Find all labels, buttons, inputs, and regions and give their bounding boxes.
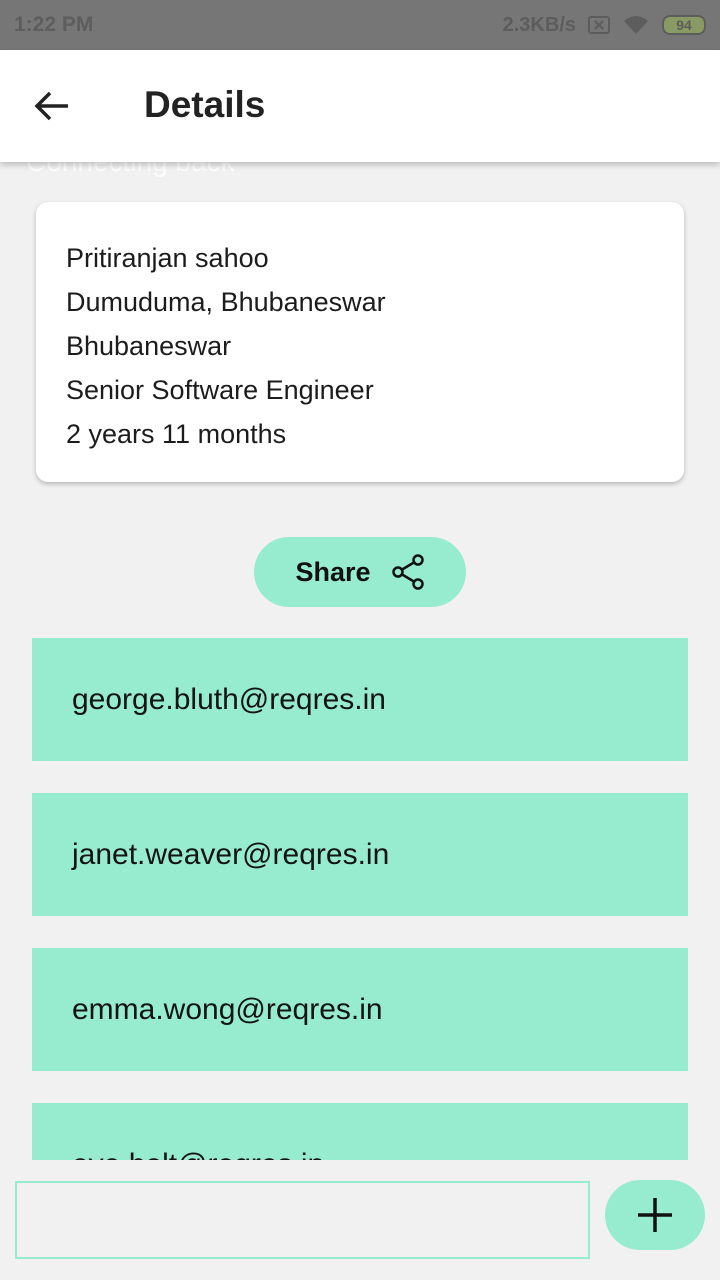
- detail-name: Pritiranjan sahoo: [66, 243, 269, 273]
- screen: 1:22 PM 2.3KB/s 94 Details Connecting ba…: [0, 0, 720, 1280]
- details-card: Pritiranjan sahoo Dumuduma, Bhubaneswar …: [36, 202, 684, 482]
- wifi-icon: [624, 16, 648, 34]
- share-label: Share: [295, 556, 371, 587]
- battery-level: 94: [676, 17, 692, 33]
- list-item[interactable]: eve.holt@reqres.in: [32, 1103, 688, 1160]
- page-title: Details: [144, 84, 266, 125]
- network-speed: 2.3KB/s: [502, 13, 576, 36]
- share-button[interactable]: Share: [254, 537, 466, 607]
- status-time: 1:22 PM: [14, 13, 94, 36]
- email-input[interactable]: [15, 1181, 590, 1259]
- share-icon: [391, 554, 424, 590]
- email-list[interactable]: george.bluth@reqres.in janet.weaver@reqr…: [0, 638, 720, 1160]
- list-item[interactable]: emma.wong@reqres.in: [32, 948, 688, 1071]
- add-button[interactable]: [605, 1180, 705, 1250]
- no-sim-icon: [588, 16, 610, 34]
- email-text: emma.wong@reqres.in: [72, 992, 383, 1026]
- battery-icon: 94: [662, 15, 706, 35]
- email-text: janet.weaver@reqres.in: [72, 837, 390, 871]
- detail-city: Bhubaneswar: [66, 331, 232, 361]
- detail-designation: Senior Software Engineer: [66, 375, 374, 405]
- list-item[interactable]: george.bluth@reqres.in: [32, 638, 688, 761]
- email-text: george.bluth@reqres.in: [72, 682, 386, 716]
- email-text: eve.holt@reqres.in: [72, 1148, 324, 1161]
- detail-address: Dumuduma, Bhubaneswar: [66, 287, 386, 317]
- arrow-left-icon: [34, 91, 68, 121]
- status-icons: 2.3KB/s 94: [503, 14, 706, 37]
- status-bar: 1:22 PM 2.3KB/s 94: [0, 0, 720, 50]
- plus-icon: [638, 1198, 672, 1232]
- list-item[interactable]: janet.weaver@reqres.in: [32, 793, 688, 916]
- back-button[interactable]: [22, 78, 82, 134]
- detail-experience: 2 years 11 months: [66, 419, 287, 449]
- app-bar: Details: [0, 50, 720, 162]
